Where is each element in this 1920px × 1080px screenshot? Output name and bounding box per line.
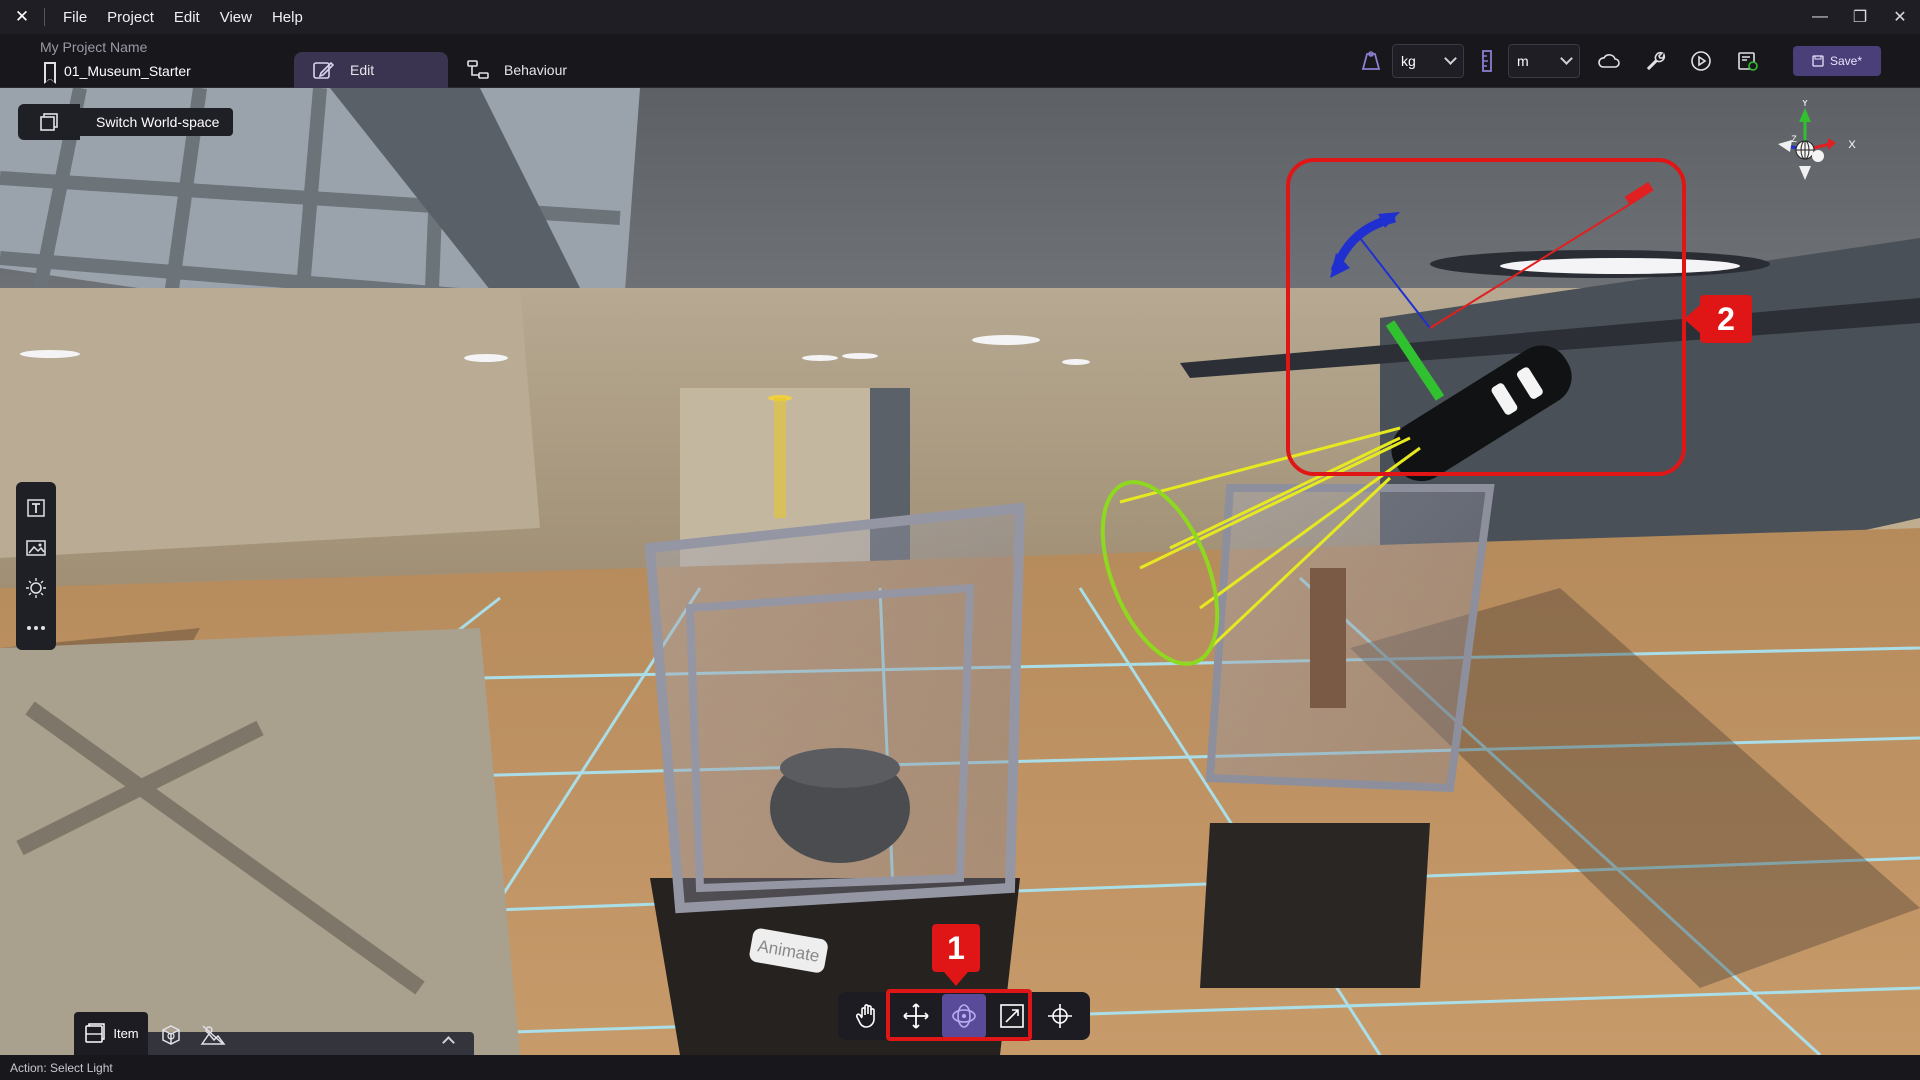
cloud-icon[interactable]: [1592, 44, 1626, 78]
app-logo-icon[interactable]: ✕: [0, 0, 44, 34]
scene-viewport[interactable]: Animate Switch World-space Y X Z 2 1 Ite…: [0, 88, 1920, 1055]
more-options-icon[interactable]: [20, 612, 52, 644]
edit-icon: [313, 61, 335, 79]
tab-item-label: Item: [113, 1026, 139, 1041]
scene-name-label: 01_Museum_Starter: [64, 62, 191, 79]
title-bar: ✕ File Project Edit View Help — ❐ ✕: [0, 0, 1920, 34]
menu-view[interactable]: View: [210, 9, 262, 26]
project-header: My Project Name 01_Museum_Starter Edit B…: [0, 34, 1920, 88]
hand-icon: [855, 1004, 875, 1028]
tab-behaviour-label: Behaviour: [504, 62, 568, 78]
axis-x-label: X: [1848, 139, 1856, 151]
status-text: Action: Select Light: [10, 1060, 113, 1075]
mass-weight-icon: [1354, 44, 1388, 78]
tab-edit[interactable]: Edit: [294, 52, 448, 88]
insert-light-icon[interactable]: [20, 572, 52, 604]
callout-badge-1: 1: [932, 924, 980, 986]
save-button[interactable]: Save*: [1793, 46, 1881, 76]
menu-file[interactable]: File: [53, 9, 97, 26]
length-unit-select[interactable]: m: [1508, 44, 1580, 78]
callout-box-selected-light: [1286, 158, 1686, 476]
minimize-icon[interactable]: —: [1800, 0, 1840, 34]
tab-3d-object-icon[interactable]: [156, 1020, 186, 1050]
close-icon[interactable]: ✕: [1880, 0, 1920, 34]
project-name: My Project Name: [40, 39, 148, 55]
insert-text-icon[interactable]: [20, 492, 52, 524]
asset-panel-tabs: Item: [74, 1012, 474, 1055]
save-label: Save*: [1829, 54, 1863, 68]
callout-badge-2: 2: [1684, 295, 1752, 343]
mass-unit-select[interactable]: kg: [1392, 44, 1464, 78]
tab-behaviour[interactable]: Behaviour: [448, 52, 585, 88]
callout-box-rotate-tool: [886, 989, 1032, 1041]
asset-panel-bar[interactable]: [148, 1032, 474, 1055]
actions-toolbar: [1592, 44, 1764, 78]
axis-z-label: Z: [1791, 134, 1797, 144]
length-unit-value: m: [1517, 53, 1529, 69]
chevron-down-icon: [1560, 52, 1573, 65]
restore-icon[interactable]: ❐: [1840, 0, 1880, 34]
play-icon[interactable]: [1684, 44, 1718, 78]
behaviour-flow-icon: [467, 60, 489, 79]
tab-item[interactable]: Item: [74, 1012, 148, 1055]
pan-hand-tool[interactable]: [846, 994, 890, 1038]
axis-y-label: Y: [1802, 100, 1809, 109]
length-ruler-icon: [1470, 44, 1504, 78]
menu-project[interactable]: Project: [97, 9, 164, 26]
wrench-icon[interactable]: [1638, 44, 1672, 78]
chevron-down-icon: [1444, 52, 1457, 65]
insert-image-icon[interactable]: [20, 532, 52, 564]
menu-edit[interactable]: Edit: [164, 9, 210, 26]
menu-divider: [44, 8, 45, 26]
status-bar: Action: Select Light: [0, 1055, 1920, 1080]
tab-environment-icon[interactable]: [198, 1020, 228, 1050]
insert-toolbar: [16, 482, 56, 650]
tab-edit-label: Edit: [350, 62, 375, 78]
pivot-crosshair-icon: [1048, 1004, 1072, 1028]
switch-world-space-label: Switch World-space: [80, 108, 234, 136]
pivot-tool[interactable]: [1038, 994, 1082, 1038]
mass-unit-value: kg: [1401, 53, 1416, 69]
world-space-icon[interactable]: [18, 104, 80, 140]
save-disk-icon: [1812, 55, 1824, 67]
units-toolbar: kg m: [1354, 44, 1580, 78]
item-icon: [85, 1022, 106, 1043]
window-controls: — ❐ ✕: [1800, 0, 1920, 34]
orientation-gizmo[interactable]: Y X Z: [1760, 98, 1870, 200]
publish-icon[interactable]: [1730, 44, 1764, 78]
switch-world-space[interactable]: Switch World-space: [18, 104, 234, 140]
scene-selector[interactable]: 01_Museum_Starter: [44, 62, 191, 84]
bookmark-icon: [44, 62, 56, 84]
menu-help[interactable]: Help: [262, 9, 313, 26]
